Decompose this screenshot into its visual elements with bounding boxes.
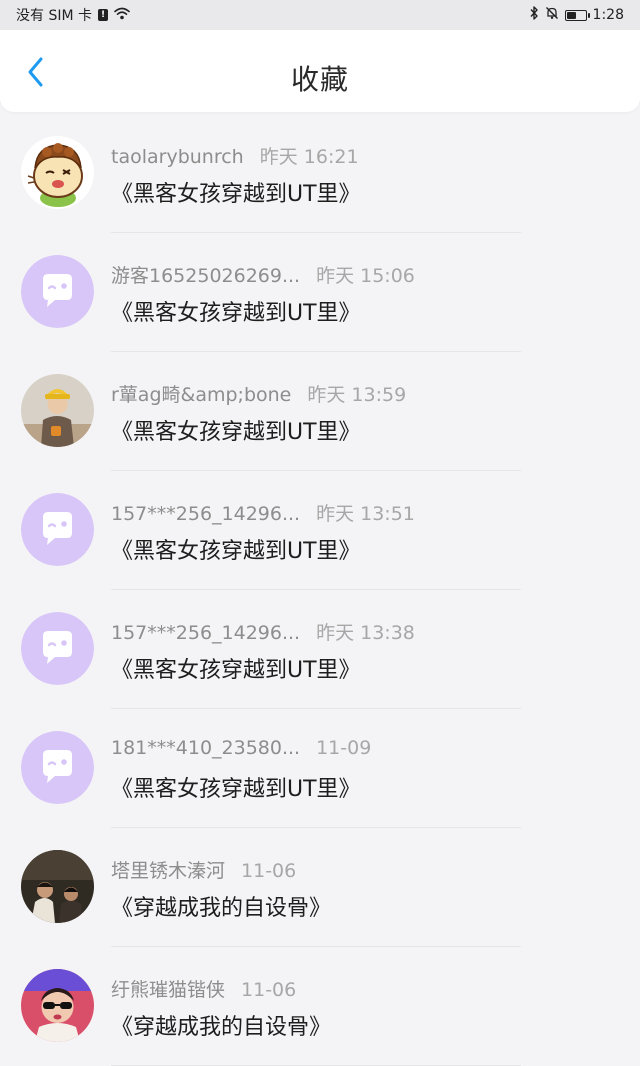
item-meta: taolarybunrch 昨天 16:21	[111, 142, 359, 169]
list-item[interactable]: 181***410_23580... 11-09 《黑客女孩穿越到UT里》	[0, 709, 640, 828]
status-right: 1:28	[529, 6, 624, 24]
avatar[interactable]	[21, 969, 94, 1042]
list-item[interactable]: r蕇ag畸&amp;bone 昨天 13:59 《黑客女孩穿越到UT里》	[0, 352, 640, 471]
status-left: 没有 SIM 卡 !	[16, 5, 130, 25]
avatar[interactable]	[21, 493, 94, 566]
avatar[interactable]	[21, 255, 94, 328]
book-title[interactable]: 《黑客女孩穿越到UT里》	[111, 771, 361, 803]
item-meta: 纡熊璀猫锴侠 11-06	[111, 975, 296, 1002]
book-title[interactable]: 《黑客女孩穿越到UT里》	[111, 533, 361, 565]
item-meta: 游客16525026269... 昨天 15:06	[111, 261, 415, 288]
book-title[interactable]: 《黑客女孩穿越到UT里》	[111, 414, 361, 446]
carrier-text: 没有 SIM 卡	[16, 8, 92, 24]
list-item[interactable]: 纡熊璀猫锴侠 11-06 《穿越成我的自设骨》	[0, 947, 640, 1066]
bluetooth-icon	[529, 6, 539, 24]
favorites-list: taolarybunrch 昨天 16:21 《黑客女孩穿越到UT里》 游客16525…	[0, 114, 640, 1066]
avatar[interactable]	[21, 612, 94, 685]
user-name[interactable]: 游客16525026269...	[111, 261, 300, 288]
book-title[interactable]: 《黑客女孩穿越到UT里》	[111, 295, 361, 327]
header: 收藏	[0, 30, 640, 112]
user-name[interactable]: 纡熊璀猫锴侠	[111, 975, 225, 1002]
status-bar: 没有 SIM 卡 ! 1:28	[0, 0, 640, 30]
avatar[interactable]	[21, 850, 94, 923]
page-title: 收藏	[290, 63, 349, 96]
book-title[interactable]: 《黑客女孩穿越到UT里》	[111, 652, 361, 684]
item-meta: 181***410_23580... 11-09	[111, 737, 371, 759]
mute-bell-icon	[545, 6, 559, 24]
status-time: 1:28	[592, 7, 624, 23]
sim-warning-icon: !	[98, 9, 108, 21]
timestamp: 昨天 13:59	[307, 384, 407, 406]
timestamp: 昨天 15:06	[316, 265, 415, 287]
battery-icon	[564, 9, 590, 21]
timestamp: 昨天 13:51	[316, 503, 415, 525]
timestamp: 11-09	[316, 737, 372, 759]
list-item[interactable]: 塔里锈木溱河 11-06 《穿越成我的自设骨》	[0, 828, 640, 947]
user-name[interactable]: 塔里锈木溱河	[111, 856, 225, 883]
timestamp: 11-06	[241, 860, 297, 882]
item-meta: 塔里锈木溱河 11-06	[111, 856, 296, 883]
user-name[interactable]: taolarybunrch	[111, 146, 244, 168]
timestamp: 昨天 16:21	[259, 146, 359, 168]
item-meta: r蕇ag畸&amp;bone 昨天 13:59	[111, 380, 406, 407]
book-title[interactable]: 《黑客女孩穿越到UT里》	[111, 176, 361, 208]
avatar[interactable]	[21, 136, 94, 209]
list-item[interactable]: 游客16525026269... 昨天 15:06 《黑客女孩穿越到UT里》	[0, 233, 640, 352]
avatar[interactable]	[21, 731, 94, 804]
item-meta: 157***256_14296... 昨天 13:51	[111, 499, 415, 526]
user-name[interactable]: 157***256_14296...	[111, 622, 300, 644]
timestamp: 昨天 13:38	[316, 622, 415, 644]
list-item[interactable]: taolarybunrch 昨天 16:21 《黑客女孩穿越到UT里》	[0, 114, 640, 233]
user-name[interactable]: 181***410_23580...	[111, 737, 300, 759]
timestamp: 11-06	[241, 979, 297, 1001]
user-name[interactable]: r蕇ag畸&amp;bone	[111, 380, 291, 407]
item-meta: 157***256_14296... 昨天 13:38	[111, 618, 415, 645]
battery-level	[566, 11, 576, 19]
wifi-icon	[114, 7, 130, 24]
book-title[interactable]: 《穿越成我的自设骨》	[111, 890, 331, 922]
list-item[interactable]: 157***256_14296... 昨天 13:38 《黑客女孩穿越到UT里》	[0, 590, 640, 709]
book-title[interactable]: 《穿越成我的自设骨》	[111, 1009, 331, 1041]
avatar[interactable]	[21, 374, 94, 447]
list-item[interactable]: 157***256_14296... 昨天 13:51 《黑客女孩穿越到UT里》	[0, 471, 640, 590]
user-name[interactable]: 157***256_14296...	[111, 503, 300, 525]
